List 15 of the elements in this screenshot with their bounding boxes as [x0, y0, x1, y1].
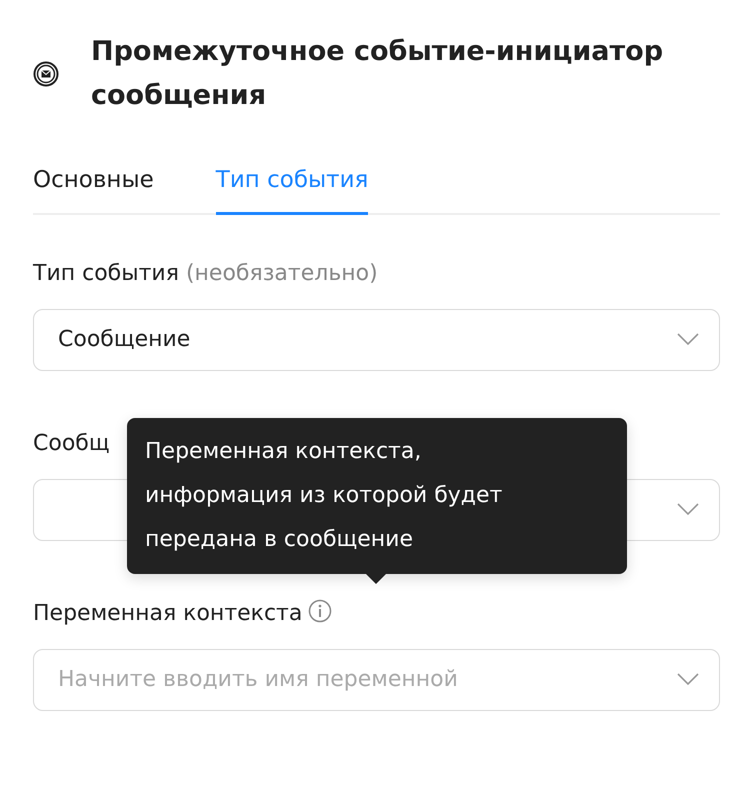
envelope-circle-icon: [33, 61, 59, 87]
info-icon[interactable]: [308, 598, 332, 622]
chevron-down-icon: [677, 673, 699, 686]
optional-note: (необязательно): [186, 260, 378, 286]
field-label: Тип события: [33, 260, 179, 286]
panel-title: Промежуточное событие-инициатор сообщения: [91, 35, 664, 113]
field-label: Переменная контекста: [33, 600, 302, 626]
tooltip: Переменная контекста, информация из которой будет передана в сообщение: [127, 418, 627, 574]
tab[interactable]: Тип события: [216, 155, 368, 214]
field-label: Сообщ: [33, 430, 110, 456]
tab[interactable]: Основные: [33, 155, 154, 214]
select-field[interactable]: Сообщение: [33, 308, 720, 370]
chevron-down-icon: [677, 333, 699, 346]
chevron-down-icon: [677, 503, 699, 516]
tooltip-pointer: [365, 573, 387, 584]
